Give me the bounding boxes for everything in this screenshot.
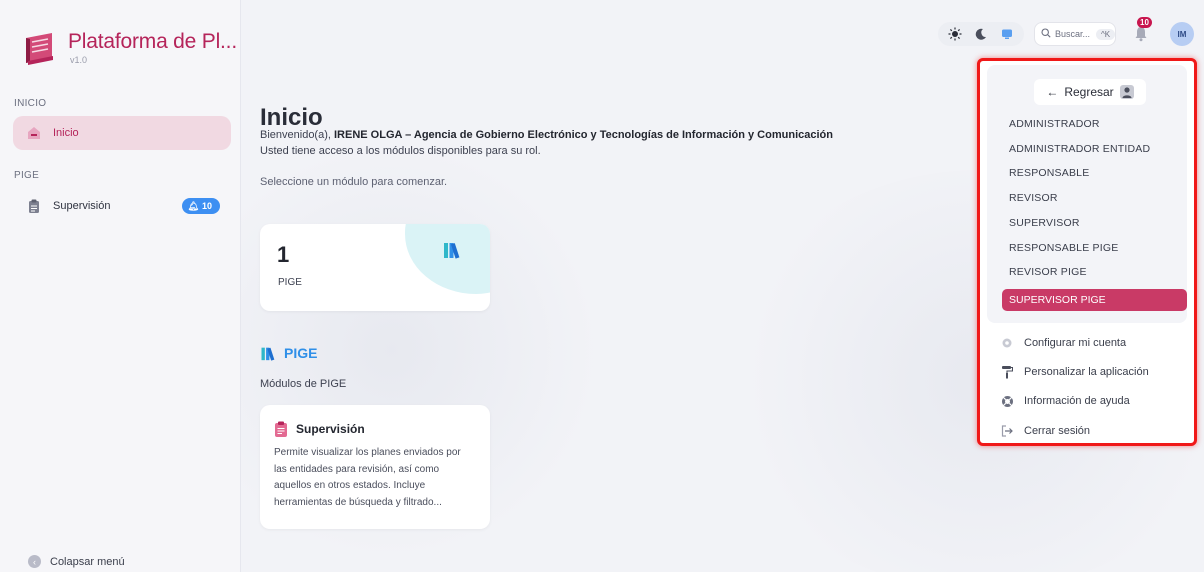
search-shortcut: ^K [1096,28,1116,40]
search-placeholder: Buscar... [1055,29,1091,39]
stat-card-pige[interactable]: 1 PIGE [260,224,490,311]
back-label: Regresar [1064,85,1114,99]
back-button[interactable]: ← Regresar [1034,79,1146,105]
role-item[interactable]: ADMINISTRADOR [1009,118,1100,130]
module-card-title: Supervisión [296,422,365,436]
role-item[interactable]: REVISOR [1009,192,1058,204]
user-icon [1119,85,1134,99]
paint-roller-icon [1000,365,1014,379]
role-item[interactable]: SUPERVISOR [1009,217,1080,229]
customize-app-item[interactable]: Personalizar la aplicación [1000,365,1149,379]
arrow-left-icon: ← [1046,85,1059,99]
collapse-menu-button[interactable]: ‹ Colapsar menú [28,555,125,568]
role-item[interactable]: RESPONSABLE [1009,167,1089,179]
role-item[interactable]: ADMINISTRADOR ENTIDAD [1009,143,1150,155]
collapse-menu-label: Colapsar menú [50,555,125,568]
avatar[interactable]: IM [1170,22,1194,46]
moon-icon[interactable] [970,23,992,45]
brand[interactable]: Plataforma de Pl... v1.0 [22,30,237,66]
notification-badge: 🔔︎ 10 [181,198,220,214]
search-button[interactable]: Buscar... ^K [1034,22,1116,46]
topbar: Buscar... ^K 10 IM [938,17,1194,46]
section-label-pige: PIGE [14,170,40,181]
stat-value: 1 [277,242,290,267]
clipboard-icon [275,421,287,437]
clipboard-icon [27,199,41,213]
brand-version: v1.0 [70,55,88,65]
role-panel: ← Regresar ADMINISTRADOR ADMINISTRADOR E… [987,65,1187,323]
notifications-count: 10 [1137,17,1152,28]
welcome-text: Bienvenido(a), IRENE OLGA – Agencia de G… [260,129,833,141]
bell-icon: 🔔︎ [187,200,199,211]
stat-label: PIGE [278,277,302,288]
gear-icon [1000,336,1014,350]
brand-title: Plataforma de Pl... [68,30,237,53]
bell-icon [1135,27,1147,42]
chevron-left-icon: ‹ [28,555,41,568]
lifebuoy-icon [1000,394,1014,408]
sidebar: Plataforma de Pl... v1.0 INICIO Inicio P… [0,0,241,572]
access-text: Usted tiene acceso a los módulos disponi… [260,145,541,157]
theme-switcher [938,22,1024,46]
notifications-button[interactable]: 10 [1130,17,1152,45]
sidebar-item-supervision[interactable]: Supervisión 🔔︎ 10 [13,189,231,223]
house-icon [27,126,41,140]
select-module-text: Seleccione un módulo para comenzar. [260,176,448,188]
user-name: IRENE OLGA [334,129,403,141]
module-card-description: Permite visualizar los planes enviados p… [274,447,461,508]
books-icon [444,243,460,259]
help-info-item[interactable]: Información de ayuda [1000,394,1130,408]
configure-account-item[interactable]: Configurar mi cuenta [1000,336,1126,350]
role-item[interactable]: REVISOR PIGE [1009,266,1087,278]
monitor-icon[interactable] [996,23,1018,45]
sun-icon[interactable] [944,23,966,45]
role-item[interactable]: RESPONSABLE PIGE [1009,242,1118,254]
role-item-active[interactable]: SUPERVISOR PIGE [1002,289,1187,311]
sidebar-item-inicio[interactable]: Inicio [13,116,231,150]
module-card-supervision[interactable]: Supervisión Permite visualizar los plane… [260,405,490,529]
user-menu-dropdown: ← Regresar ADMINISTRADOR ADMINISTRADOR E… [977,58,1197,446]
logout-item[interactable]: Cerrar sesión [1000,424,1090,438]
section-label-inicio: INICIO [14,98,47,109]
agency-name: Agencia de Gobierno Electrónico y Tecnol… [413,129,833,141]
books-icon [261,347,275,361]
module-section-title: PIGE [284,345,318,361]
sidebar-item-label: Supervisión [53,200,111,212]
module-section-subtitle: Módulos de PIGE [260,378,347,390]
search-icon [1041,28,1051,40]
module-section-header: PIGE [260,345,317,361]
card-decoration [405,224,490,294]
sidebar-item-label: Inicio [53,127,79,139]
logout-icon [1000,424,1014,438]
book-logo-icon [26,33,53,65]
